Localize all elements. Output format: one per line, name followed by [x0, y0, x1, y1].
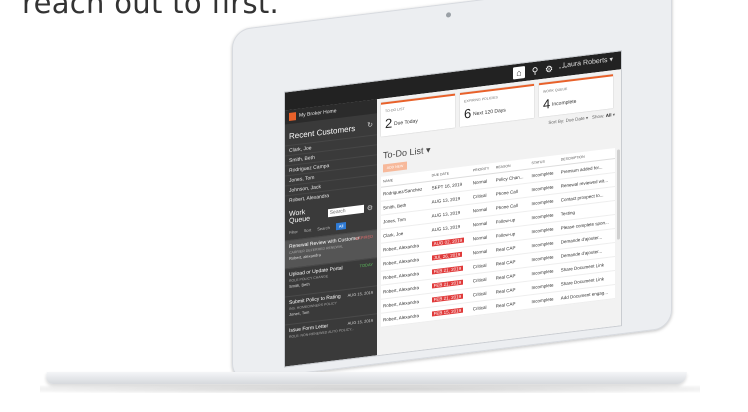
card-number: 2 [385, 115, 393, 132]
sort-option[interactable]: Sort [304, 227, 311, 233]
card-number: 4 [543, 95, 551, 112]
main-panel: TO-DO LIST 2 Due Today EXPIRING POLICIES 6 Ne… [377, 69, 621, 356]
laptop-screen: ⌂ ⚲ ⚙ ⋯ Laura Roberts ▾ My Broker Home R… [284, 50, 622, 368]
row-status: Incomplete [529, 291, 559, 309]
table-scrollbar[interactable] [617, 149, 620, 240]
due-date-value: FEB 15, 2019 [431, 307, 464, 317]
brand-logo [289, 112, 296, 122]
sort-label[interactable]: Sort By: Due Date [548, 116, 584, 125]
all-option[interactable]: All [335, 221, 347, 231]
add-new-button[interactable]: ADD NEW [383, 161, 407, 173]
todo-table: NAME DUE DATE PRIORITY REASON STATUS DESCRIPT… [381, 147, 615, 328]
due-date-value: AUG 13, 2019 [431, 195, 461, 205]
user-name: Laura Roberts [563, 56, 608, 70]
card-label: TO-DO LIST [385, 106, 405, 114]
card-number: 6 [464, 105, 472, 122]
due-date-value: FEB 21, 2019 [431, 293, 464, 303]
headline: reach out to first. [22, 0, 280, 20]
show-value[interactable]: All [606, 112, 612, 118]
card-label: WORK QUEUE [543, 86, 568, 94]
due-date-value: AUG 02, 2019 [431, 237, 465, 247]
due-date-value: FEB 21, 2019 [431, 265, 464, 275]
search-icon[interactable]: ⚲ [529, 64, 541, 77]
row-priority: Critical [470, 299, 494, 317]
laptop-base [0, 372, 748, 398]
work-queue-search-input[interactable] [327, 204, 364, 218]
gear-icon[interactable]: ⚙ [367, 204, 373, 213]
due-date-value: AUG 13, 2019 [431, 223, 461, 233]
refresh-icon[interactable]: ↻ [367, 121, 373, 130]
due-date-value: AUG 13, 2019 [431, 209, 461, 219]
filter-option[interactable]: Filter [289, 229, 298, 235]
table-body: Rodriguez/Sanchez SEPT 16, 2019 Normal Poli… [381, 158, 615, 328]
due-date-value: JUL 26, 2019 [431, 251, 463, 261]
app-name: My Broker Home [299, 108, 337, 119]
todo-title[interactable]: To-Do List ▾ [383, 145, 431, 162]
todo-title-label: To-Do List [383, 145, 424, 161]
row-reason: Real CAP [493, 294, 530, 314]
card-label: EXPIRING POLICIES [464, 95, 498, 104]
due-date-value: FEB 21, 2019 [431, 279, 464, 289]
laptop-shadow [40, 385, 700, 393]
summary-card[interactable]: TO-DO LIST 2 Due Today [381, 93, 455, 137]
laptop-lid: ⌂ ⚲ ⚙ ⋯ Laura Roberts ▾ My Broker Home R… [232, 0, 672, 382]
camera-dot [446, 12, 451, 18]
sidebar: My Broker Home Recent Customers ↻ Clark,… [285, 99, 377, 367]
search-option[interactable]: Search [317, 225, 330, 232]
home-icon[interactable]: ⌂ [513, 66, 525, 80]
summary-card[interactable]: WORK QUEUE 4 Incomplete [539, 74, 613, 118]
queue-list: Renewal Review with Customer CARRIER DEFE… [285, 229, 377, 353]
user-menu[interactable]: Laura Roberts ▾ [563, 55, 613, 69]
card-text: Incomplete [552, 98, 577, 108]
card-text: Next 120 Days [473, 107, 506, 118]
gear-icon[interactable]: ⚙ [543, 62, 555, 75]
due-date-value: SEPT 16, 2019 [431, 181, 463, 191]
laptop-base-top [45, 372, 687, 384]
card-text: Due Today [394, 118, 418, 128]
show-label: Show: [591, 113, 605, 120]
summary-card[interactable]: EXPIRING POLICIES 6 Next 120 Days [460, 83, 534, 128]
